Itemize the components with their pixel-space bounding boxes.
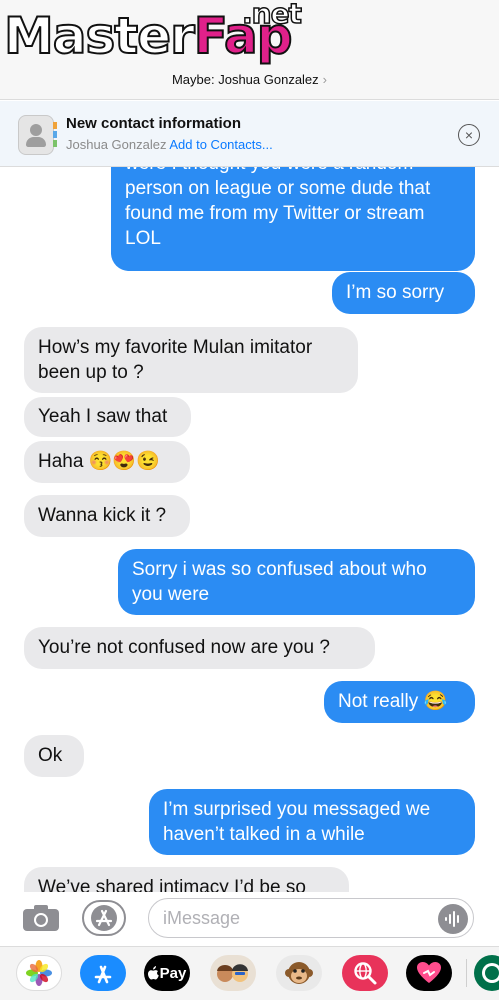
message-bubble-sent[interactable]: I’m so sorry [332,272,475,314]
message-bubble-received[interactable]: Haha 😚😍😉 [24,441,190,483]
watermark-part-3: .net [241,0,302,31]
digital-touch-app-icon[interactable] [406,955,452,991]
app-store-app-icon[interactable] [80,955,126,991]
animoji-monkey-app-icon[interactable] [276,955,322,991]
banner-title: New contact information [66,115,242,132]
watermark-part-1: Master [3,6,196,66]
message-bubble-received[interactable]: We’ve shared intimacy I’d be so [24,867,349,892]
apple-pay-app-icon[interactable]: Pay [144,955,190,991]
add-to-contacts-link[interactable]: Add to Contacts... [169,137,272,152]
chevron-right-icon: › [322,72,328,87]
contacts-icon [18,115,57,155]
web-search-app-icon[interactable] [342,955,388,991]
message-bubble-sent[interactable]: Sorry i was so confused about who you we… [118,549,475,615]
message-bubble-received[interactable]: How’s my favorite Mulan imitator been up… [24,327,358,393]
app-store-icon[interactable] [82,900,126,936]
apple-logo-icon [147,966,159,980]
message-bubble-received[interactable]: Ok [24,735,84,777]
message-bubble-sent[interactable]: Not really 😂 [324,681,475,723]
audio-waveform-icon[interactable] [438,904,468,934]
apple-pay-label: Pay [159,964,187,982]
message-bubble-received[interactable]: Yeah I saw that [24,397,191,437]
app-drawer: Pay [0,946,499,1000]
photos-app-icon[interactable] [16,955,62,991]
message-bubble-sent[interactable]: were I thought you were a random person … [111,167,475,271]
drawer-divider [466,959,467,987]
imessage-input[interactable] [148,898,474,938]
message-list[interactable]: were I thought you were a random person … [0,167,499,892]
close-icon[interactable]: × [458,124,480,146]
message-bubble-received[interactable]: You’re not confused now are you ? [24,627,375,669]
banner-subtitle: Joshua Gonzalez Add to Contacts... [66,137,273,152]
starbucks-app-icon[interactable] [474,955,499,991]
new-contact-banner[interactable]: New contact information Joshua Gonzalez … [0,101,499,167]
conversation-header: MasterFap .net Maybe: Joshua Gonzalez › [0,0,499,100]
banner-contact-name: Joshua Gonzalez [66,137,167,152]
message-bubble-received[interactable]: Wanna kick it ? [24,495,190,537]
contact-name: Maybe: Joshua Gonzalez [171,72,319,87]
camera-icon[interactable] [22,904,60,932]
message-composer [0,892,499,946]
memoji-app-icon[interactable] [210,955,256,991]
contact-name-button[interactable]: Maybe: Joshua Gonzalez › [0,72,499,87]
message-bubble-sent[interactable]: I’m surprised you messaged we haven’t ta… [149,789,475,855]
watermark-logo: MasterFap .net [3,0,303,76]
